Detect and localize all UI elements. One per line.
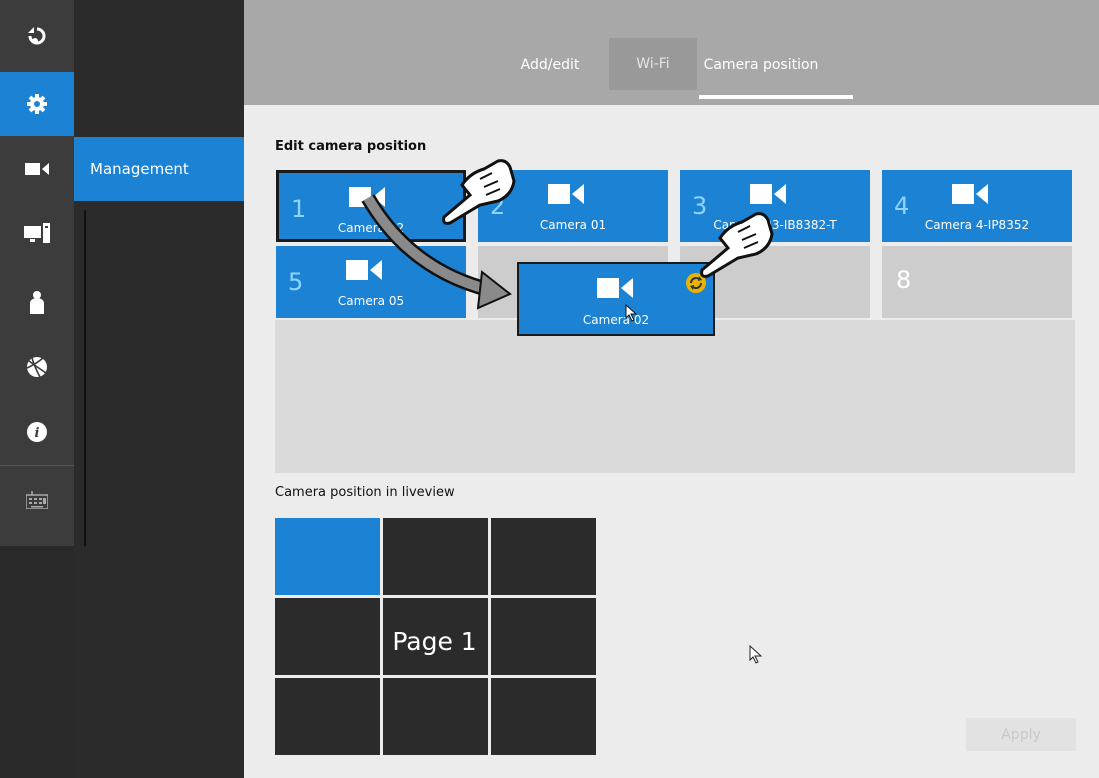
liveview-cell-9[interactable] bbox=[491, 678, 596, 755]
camera-icon bbox=[952, 184, 988, 204]
dragging-tile-name: Camera 02 bbox=[582, 313, 650, 327]
liveview-cell-7[interactable] bbox=[275, 678, 380, 755]
camera-icon bbox=[25, 163, 49, 175]
position-grid-background bbox=[275, 320, 1075, 473]
info-icon: i bbox=[27, 422, 47, 442]
tile-number: 1 bbox=[291, 195, 307, 223]
tab-camera-position[interactable]: Camera position bbox=[699, 40, 823, 90]
edit-section-title: Edit camera position bbox=[275, 139, 427, 154]
user-icon bbox=[30, 291, 44, 314]
mouse-pointer-icon bbox=[625, 304, 638, 322]
info-menu-button[interactable]: i bbox=[0, 400, 74, 464]
camera-menu-button[interactable] bbox=[0, 137, 74, 201]
liveview-cell-4[interactable] bbox=[275, 598, 380, 675]
back-button[interactable] bbox=[0, 5, 74, 69]
keyboard-icon bbox=[26, 491, 48, 509]
liveview-page-label: Page 1 bbox=[392, 627, 477, 656]
camera-icon bbox=[548, 184, 584, 204]
tab-wifi[interactable]: Wi-Fi bbox=[609, 38, 697, 90]
system-menu-button[interactable] bbox=[0, 202, 74, 266]
camera-tile-8[interactable]: 8 bbox=[882, 246, 1072, 318]
mouse-pointer-icon bbox=[749, 645, 763, 664]
submenu-panel bbox=[74, 0, 244, 778]
svg-text:i: i bbox=[35, 426, 40, 441]
network-globe-icon bbox=[26, 357, 47, 378]
camera-tile-4[interactable]: 4 Camera 4-IP8352 bbox=[882, 170, 1072, 242]
settings-button[interactable] bbox=[0, 72, 74, 136]
network-menu-button[interactable] bbox=[0, 335, 74, 399]
camera-icon bbox=[750, 184, 786, 204]
hand-pointer-icon bbox=[700, 212, 774, 278]
liveview-cell-3[interactable] bbox=[491, 518, 596, 595]
apply-button[interactable]: Apply bbox=[966, 718, 1076, 751]
active-tab-indicator bbox=[699, 95, 853, 99]
dragging-camera-tile[interactable]: Camera 02 bbox=[517, 262, 715, 336]
user-menu-button[interactable] bbox=[0, 270, 74, 334]
liveview-cell-2[interactable] bbox=[383, 518, 488, 595]
liveview-cell-1[interactable] bbox=[275, 518, 380, 595]
monitor-icon bbox=[24, 223, 50, 243]
liveview-cell-8[interactable] bbox=[383, 678, 488, 755]
tab-add-edit[interactable]: Add/edit bbox=[505, 40, 595, 90]
rail-divider bbox=[0, 465, 74, 466]
hand-pointer-icon bbox=[442, 159, 516, 225]
tile-number: 8 bbox=[896, 266, 912, 294]
camera-icon bbox=[597, 278, 633, 298]
tile-number: 4 bbox=[894, 192, 910, 220]
back-icon bbox=[28, 27, 46, 45]
settings-gear-icon bbox=[27, 94, 47, 114]
keyboard-menu-button[interactable] bbox=[0, 468, 74, 532]
tile-camera-name: Camera 4-IP8352 bbox=[924, 218, 1030, 232]
liveview-section-title: Camera position in liveview bbox=[275, 485, 455, 500]
submenu-item-label: Management bbox=[90, 160, 189, 178]
submenu-divider bbox=[84, 210, 86, 546]
liveview-cell-6[interactable] bbox=[491, 598, 596, 675]
tile-number: 5 bbox=[288, 268, 304, 296]
submenu-item-management[interactable]: Management bbox=[74, 137, 244, 201]
icon-rail: i bbox=[0, 0, 74, 546]
